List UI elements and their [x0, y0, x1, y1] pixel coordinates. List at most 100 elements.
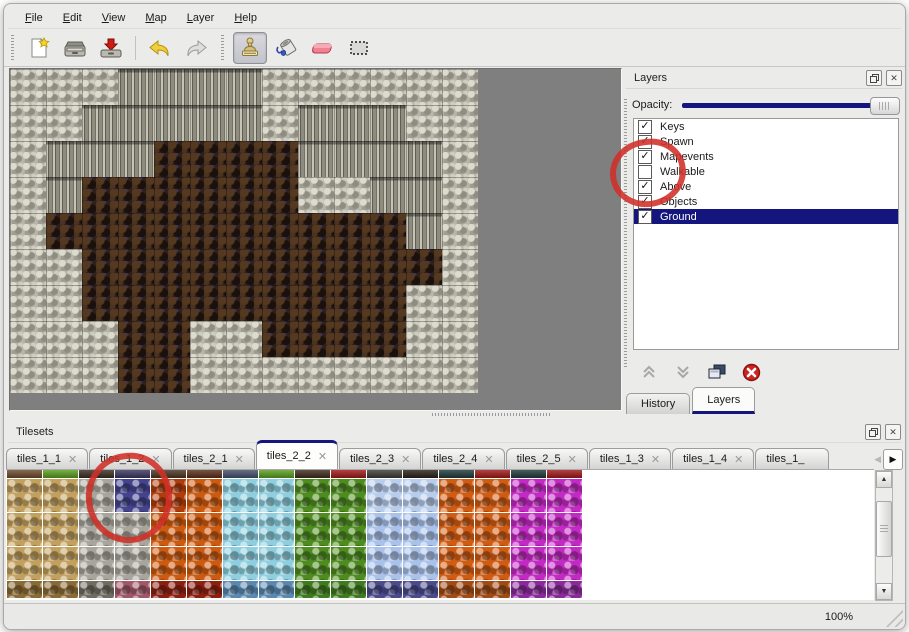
map-tile-cave-floor[interactable]	[82, 213, 118, 249]
palette-tile[interactable]	[439, 470, 474, 478]
map-tile-cave-floor[interactable]	[154, 141, 190, 177]
resize-grip[interactable]	[883, 607, 903, 627]
map-tile-cave-floor[interactable]	[154, 285, 190, 321]
tileset-tab-tiles_1_1[interactable]: tiles_1_1✕	[6, 448, 88, 469]
palette-tile[interactable]	[115, 581, 150, 598]
layer-visibility-checkbox-above[interactable]: ✓	[638, 180, 652, 194]
layers-float-button[interactable]	[866, 70, 882, 86]
palette-tile[interactable]	[7, 547, 42, 580]
map-tile-rock-wall[interactable]	[10, 69, 46, 105]
palette-tile[interactable]	[223, 581, 258, 598]
map-tile-cave-floor[interactable]	[82, 285, 118, 321]
palette-tile[interactable]	[367, 479, 402, 512]
palette-tile[interactable]	[115, 513, 150, 546]
palette-tile[interactable]	[439, 479, 474, 512]
palette-tile[interactable]	[331, 470, 366, 478]
palette-tile[interactable]	[295, 547, 330, 580]
palette-tile[interactable]	[367, 470, 402, 478]
map-tile-cliff-face[interactable]	[46, 141, 82, 177]
map-tile-cave-floor[interactable]	[370, 321, 406, 357]
map-tile-rock-wall[interactable]	[190, 321, 226, 357]
layer-row-spawn[interactable]: ✓Spawn	[634, 134, 898, 149]
map-tile-rock-wall[interactable]	[406, 105, 442, 141]
map-tile-cliff-face[interactable]	[118, 69, 154, 105]
duplicate-layer-button[interactable]	[705, 360, 729, 384]
layer-row-above[interactable]: ✓Above	[634, 179, 898, 194]
palette-tile[interactable]	[43, 479, 78, 512]
map-tile-cave-floor[interactable]	[226, 177, 262, 213]
palette-tile[interactable]	[151, 479, 186, 512]
map-tile-rock-wall[interactable]	[406, 285, 442, 321]
map-tile-cave-floor[interactable]	[226, 141, 262, 177]
map-tile-cave-floor[interactable]	[118, 285, 154, 321]
map-tile-rock-wall[interactable]	[262, 105, 298, 141]
palette-tile[interactable]	[187, 470, 222, 478]
map-tile-cave-floor[interactable]	[298, 321, 334, 357]
tileset-tab-tiles_2_2[interactable]: tiles_2_2✕	[256, 440, 338, 469]
menu-help[interactable]: Help	[225, 9, 266, 27]
palette-tile[interactable]	[295, 470, 330, 478]
palette-tile[interactable]	[403, 479, 438, 512]
map-tile-cliff-face[interactable]	[298, 141, 334, 177]
palette-tile[interactable]	[331, 547, 366, 580]
scrollbar-thumb[interactable]	[876, 501, 892, 557]
map-tile-rock-wall[interactable]	[442, 357, 478, 393]
map-tile-cliff-face[interactable]	[82, 105, 118, 141]
map-tile-cliff-face[interactable]	[226, 69, 262, 105]
map-tile-cave-floor[interactable]	[154, 321, 190, 357]
layer-visibility-checkbox-spawn[interactable]: ✓	[638, 135, 652, 149]
save-map-button[interactable]	[95, 33, 127, 63]
palette-tile[interactable]	[79, 513, 114, 546]
tab-close-icon[interactable]: ✕	[484, 453, 493, 466]
palette-tile[interactable]	[151, 513, 186, 546]
toolbar-drag-handle[interactable]	[10, 35, 15, 61]
palette-tile[interactable]	[259, 479, 294, 512]
palette-tile[interactable]	[403, 470, 438, 478]
palette-tile[interactable]	[295, 513, 330, 546]
map-tile-cave-floor[interactable]	[154, 177, 190, 213]
palette-tile[interactable]	[511, 547, 546, 580]
map-tile-cave-floor[interactable]	[262, 213, 298, 249]
palette-scrollbar[interactable]: ▲ ▼	[875, 470, 893, 601]
palette-tile[interactable]	[187, 581, 222, 598]
palette-tile[interactable]	[7, 470, 42, 478]
palette-tile[interactable]	[403, 581, 438, 598]
palette-tile[interactable]	[547, 470, 582, 478]
map-tile-rock-wall[interactable]	[442, 321, 478, 357]
palette-tile[interactable]	[223, 470, 258, 478]
tab-close-icon[interactable]: ✕	[318, 450, 327, 463]
menu-map[interactable]: Map	[136, 9, 175, 27]
tileset-tab-tiles_2_5[interactable]: tiles_2_5✕	[506, 448, 588, 469]
map-tile-cave-floor[interactable]	[262, 177, 298, 213]
map-tile-rock-wall[interactable]	[442, 213, 478, 249]
map-tile-cliff-face[interactable]	[190, 105, 226, 141]
map-tile-cave-floor[interactable]	[370, 285, 406, 321]
tileset-tab-tiles_2_3[interactable]: tiles_2_3✕	[339, 448, 421, 469]
map-tile-cliff-face[interactable]	[370, 177, 406, 213]
palette-tile[interactable]	[7, 513, 42, 546]
palette-tile[interactable]	[79, 581, 114, 598]
layer-visibility-checkbox-ground[interactable]: ✓	[638, 210, 652, 224]
palette-tile[interactable]	[475, 470, 510, 478]
map-tile-cave-floor[interactable]	[334, 321, 370, 357]
map-tile-cave-floor[interactable]	[334, 249, 370, 285]
map-tile-rock-wall[interactable]	[442, 285, 478, 321]
layers-close-button[interactable]: ✕	[886, 70, 902, 86]
layer-row-keys[interactable]: ✓Keys	[634, 119, 898, 134]
tab-scroll-right-button[interactable]: ▶	[883, 449, 903, 470]
palette-tile[interactable]	[223, 547, 258, 580]
palette-tile[interactable]	[403, 513, 438, 546]
map-tile-cave-floor[interactable]	[370, 249, 406, 285]
tab-close-icon[interactable]: ✕	[734, 453, 743, 466]
tileset-tab-tiles_2_4[interactable]: tiles_2_4✕	[422, 448, 504, 469]
map-tile-rock-wall[interactable]	[10, 213, 46, 249]
eraser-tool-button[interactable]	[307, 33, 339, 63]
tileset-tab-tiles_1[interactable]: tiles_1_	[755, 448, 829, 469]
tileset-tab-tiles_1_2[interactable]: tiles_1_2✕	[89, 448, 171, 469]
tileset-tab-tiles_1_4[interactable]: tiles_1_4✕	[672, 448, 754, 469]
map-tile-rock-wall[interactable]	[406, 69, 442, 105]
map-tile-rock-wall[interactable]	[46, 105, 82, 141]
map-tile-cave-floor[interactable]	[262, 249, 298, 285]
map-tile-cliff-face[interactable]	[370, 105, 406, 141]
redo-button[interactable]	[180, 33, 212, 63]
